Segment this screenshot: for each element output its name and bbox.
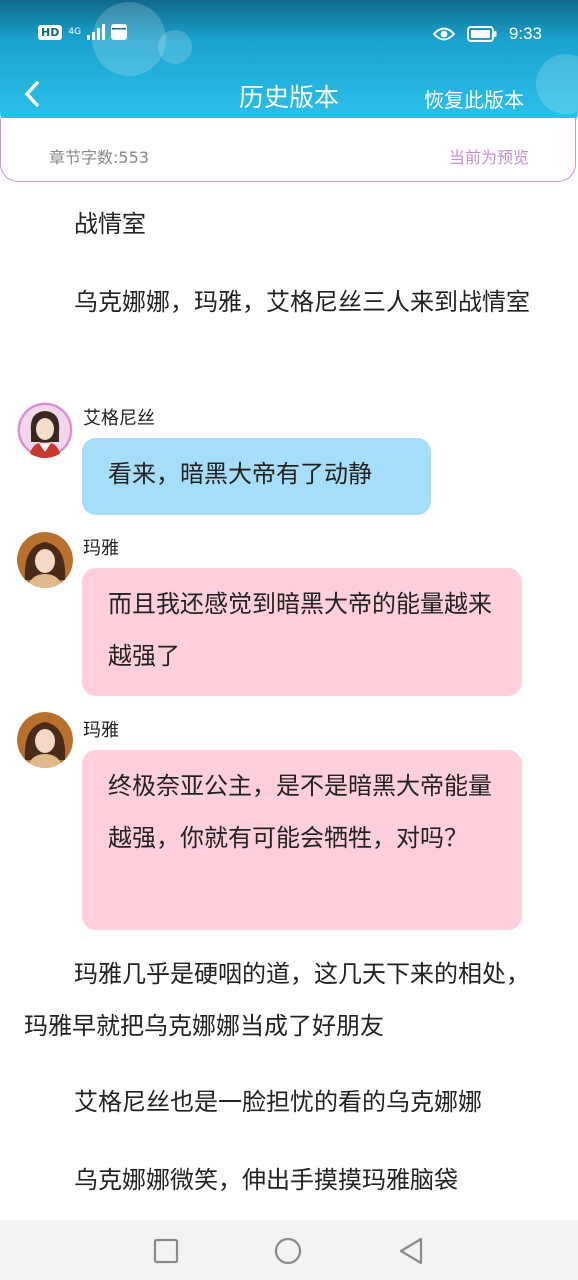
avatar[interactable] — [17, 402, 73, 458]
paragraph: 乌克娜娜微笑，伸出手摸摸玛雅脑袋 — [74, 1166, 458, 1194]
message-sender-name: 玛雅 — [83, 538, 119, 559]
home-icon — [274, 1237, 302, 1265]
status-right: 9:33 — [432, 24, 542, 44]
calendar-icon — [111, 24, 128, 40]
battery-icon — [466, 26, 497, 42]
avatar[interactable] — [17, 712, 73, 768]
paragraph: 战情室 — [74, 210, 146, 238]
signal-icon — [87, 24, 106, 40]
back-icon — [399, 1237, 423, 1265]
clock: 9:33 — [508, 24, 542, 43]
status-bar: HD 4G 9:33 — [0, 0, 578, 58]
message-bubble[interactable]: 终极奈亚公主，是不是暗黑大帝能量越强，你就有可能会牺牲，对吗？ — [82, 750, 522, 930]
restore-version-button[interactable]: 恢复此版本 — [424, 84, 524, 113]
recent-apps-button[interactable] — [151, 1236, 181, 1266]
paragraph: 艾格尼丝也是一脸担忧的看的乌克娜娜 — [74, 1088, 482, 1116]
message-sender-name: 玛雅 — [83, 720, 119, 741]
eye-icon — [432, 26, 455, 42]
system-nav-bar — [0, 1220, 578, 1280]
message-bubble[interactable]: 看来，暗黑大帝有了动静 — [82, 438, 431, 515]
message-bubble[interactable]: 而且我还感觉到暗黑大帝的能量越来越强了 — [82, 568, 522, 696]
chapter-info-card: 章节字数:553 当前为预览 — [0, 118, 576, 182]
app-screen: HD 4G 9:33 历史版本 恢复此版本 章节字数:553 当前为预览 战情室… — [0, 0, 578, 1280]
message-sender-name: 艾格尼丝 — [83, 408, 155, 429]
paragraph: 乌克娜娜，玛雅，艾格尼丝三人来到战情室 — [74, 288, 530, 316]
paragraph: 玛雅几乎是硬咽的道，这几天下来的相处，玛雅早就把乌克娜娜当成了好朋友 — [24, 960, 530, 1040]
hd-badge: HD — [38, 24, 63, 40]
back-nav-button[interactable] — [396, 1236, 426, 1266]
word-count: 章节字数:553 — [49, 148, 149, 167]
network-type: 4G — [68, 26, 82, 37]
preview-label: 当前为预览 — [448, 148, 529, 167]
home-button[interactable] — [273, 1236, 303, 1266]
recent-apps-icon — [153, 1238, 179, 1264]
avatar[interactable] — [17, 532, 73, 588]
chapter-content[interactable]: 战情室 乌克娜娜，玛雅，艾格尼丝三人来到战情室 艾格尼丝 看来，暗黑大帝有了动静 — [0, 190, 578, 1220]
status-left: HD 4G — [38, 24, 128, 40]
